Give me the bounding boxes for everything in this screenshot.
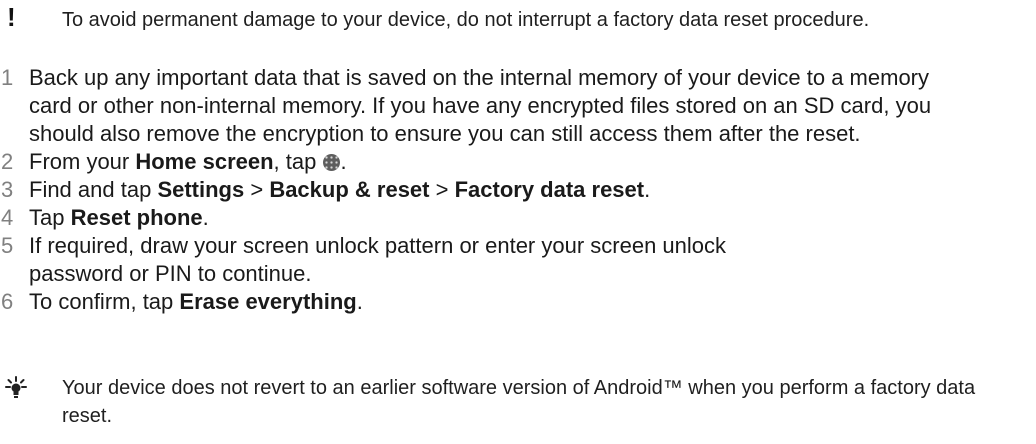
factory-data-reset-term: Factory data reset bbox=[454, 177, 645, 202]
step-number: 5 bbox=[1, 233, 14, 258]
step-text-part: From your bbox=[29, 149, 136, 174]
warning-note: ! To avoid permanent damage to your devi… bbox=[0, 2, 1036, 36]
step-text-part: > bbox=[244, 177, 270, 202]
step-text: Back up any important data that is saved… bbox=[29, 64, 969, 148]
backup-reset-term: Backup & reset bbox=[269, 177, 430, 202]
settings-term: Settings bbox=[157, 177, 245, 202]
step-text-part: . bbox=[202, 205, 209, 230]
reset-phone-term: Reset phone bbox=[70, 205, 203, 230]
step-text-part: If required, draw your screen unlock pat… bbox=[29, 233, 727, 286]
steps-list: 1 Back up any important data that is sav… bbox=[0, 64, 1036, 316]
step-number: 2 bbox=[1, 149, 14, 174]
tip-icon-box bbox=[0, 374, 62, 404]
step-3: 3 Find and tap Settings > Backup & reset… bbox=[0, 176, 1036, 204]
step-1: 1 Back up any important data that is sav… bbox=[0, 64, 1036, 148]
step-number: 4 bbox=[1, 205, 14, 230]
step-text-part: Back up any important data that is saved… bbox=[29, 65, 932, 146]
warning-text: To avoid permanent damage to your device… bbox=[62, 9, 870, 31]
step-text-part: > bbox=[429, 177, 455, 202]
lightbulb-icon bbox=[5, 376, 27, 398]
tip-text: Your device does not revert to an earlie… bbox=[62, 377, 976, 427]
step-2: 2 From your Home screen, tap . bbox=[0, 148, 1036, 176]
step-text-part: , tap bbox=[273, 149, 323, 174]
step-text-part: . bbox=[356, 289, 363, 314]
step-text: From your Home screen, tap . bbox=[29, 148, 969, 176]
step-number: 1 bbox=[1, 65, 14, 90]
exclamation-icon: ! bbox=[7, 2, 16, 32]
apps-grid-icon bbox=[323, 154, 341, 171]
step-number: 6 bbox=[1, 289, 14, 314]
step-text-part: Tap bbox=[29, 205, 71, 230]
step-text: Tap Reset phone. bbox=[29, 204, 969, 232]
step-6: 6 To confirm, tap Erase everything. bbox=[0, 288, 1036, 316]
step-text-part: Find and tap bbox=[29, 177, 158, 202]
step-text: Find and tap Settings > Backup & reset >… bbox=[29, 176, 969, 204]
step-text: If required, draw your screen unlock pat… bbox=[29, 232, 809, 288]
step-text-part: . bbox=[644, 177, 651, 202]
step-text: To confirm, tap Erase everything. bbox=[29, 288, 969, 316]
step-text-part: To confirm, tap bbox=[29, 289, 180, 314]
step-text-part: . bbox=[340, 149, 347, 174]
warning-icon-box: ! bbox=[0, 2, 62, 36]
home-screen-term: Home screen bbox=[135, 149, 274, 174]
erase-everything-term: Erase everything bbox=[179, 289, 357, 314]
tip-note: Your device does not revert to an earlie… bbox=[0, 374, 1036, 430]
step-number: 3 bbox=[1, 177, 14, 202]
step-5: 5 If required, draw your screen unlock p… bbox=[0, 232, 1036, 288]
step-4: 4 Tap Reset phone. bbox=[0, 204, 1036, 232]
